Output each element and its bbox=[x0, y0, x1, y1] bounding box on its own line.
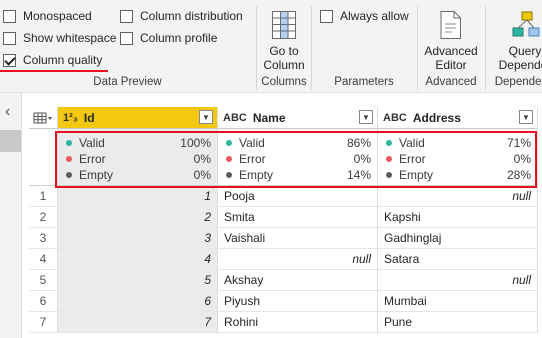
quality-row-gutter bbox=[29, 129, 58, 186]
cell-address[interactable]: Mumbai bbox=[378, 291, 538, 312]
row-number[interactable]: 5 bbox=[29, 270, 58, 291]
cell-id[interactable]: 3 bbox=[58, 228, 218, 249]
column-name: Name bbox=[252, 110, 286, 125]
group-label-advanced: Advanced bbox=[425, 76, 477, 88]
checkbox-label: Always allow bbox=[340, 9, 409, 23]
row-number[interactable]: 3 bbox=[29, 228, 58, 249]
checkbox-label: Show whitespace bbox=[23, 31, 117, 45]
table-row[interactable]: 7 7 Rohini Pune bbox=[29, 312, 542, 333]
column-header-address[interactable]: ABC Address ▼ bbox=[378, 107, 538, 129]
highlight-underline bbox=[0, 70, 108, 72]
checkbox-box[interactable] bbox=[3, 9, 16, 23]
cell-name[interactable]: Piyush bbox=[218, 291, 378, 312]
cell-id[interactable]: 5 bbox=[58, 270, 218, 291]
cell-address[interactable]: Kapshi bbox=[378, 207, 538, 228]
cell-name[interactable]: Rohini bbox=[218, 312, 378, 333]
cell-name[interactable]: Pooja bbox=[218, 186, 378, 207]
query-dependencies-icon bbox=[510, 8, 540, 40]
cell-address[interactable]: Satara bbox=[378, 249, 538, 270]
cell-name[interactable]: Vaishali bbox=[218, 228, 378, 249]
checkbox-box[interactable] bbox=[3, 31, 16, 45]
cell-id[interactable]: 4 bbox=[58, 249, 218, 270]
checkbox-label: Column profile bbox=[140, 31, 218, 45]
chevron-left-icon[interactable]: ‹ bbox=[5, 103, 10, 121]
text-type-icon[interactable]: ABC bbox=[223, 112, 247, 124]
row-number[interactable]: 6 bbox=[29, 291, 58, 312]
group-label-parameters: Parameters bbox=[334, 76, 394, 88]
checkbox-label: Column quality bbox=[23, 53, 103, 67]
group-label-data-preview: Data Preview bbox=[93, 76, 162, 88]
checkbox-box-checked[interactable] bbox=[3, 53, 16, 67]
query-dependencies-button[interactable]: Query Depender bbox=[490, 8, 542, 72]
checkbox-box[interactable] bbox=[120, 31, 133, 45]
table-row[interactable]: 5 5 Akshay null bbox=[29, 270, 542, 291]
cell-name[interactable]: Akshay bbox=[218, 270, 378, 291]
go-to-column-button[interactable]: Go to Column bbox=[259, 8, 309, 72]
column-quality-checkbox[interactable]: Column quality bbox=[3, 51, 102, 69]
selected-query-strip[interactable] bbox=[0, 130, 21, 152]
table-row[interactable]: 2 2 Smita Kapshi bbox=[29, 207, 542, 228]
column-grid-icon bbox=[271, 8, 297, 40]
column-profile-checkbox[interactable]: Column profile bbox=[120, 29, 217, 47]
cell-id[interactable]: 6 bbox=[58, 291, 218, 312]
advanced-editor-button[interactable]: Advanced Editor bbox=[420, 8, 482, 72]
cell-id[interactable]: 7 bbox=[58, 312, 218, 333]
button-label-line2: Depender bbox=[498, 58, 542, 72]
row-number[interactable]: 4 bbox=[29, 249, 58, 270]
cell-address[interactable]: Pune bbox=[378, 312, 538, 333]
cell-address-null[interactable]: null bbox=[378, 270, 538, 291]
cell-address[interactable]: Gadhinglaj bbox=[378, 228, 538, 249]
cell-id[interactable]: 1 bbox=[58, 186, 218, 207]
chevron-down-icon[interactable]: ▼ bbox=[519, 110, 533, 124]
button-label-line2: Column bbox=[263, 58, 305, 72]
row-number[interactable]: 2 bbox=[29, 207, 58, 228]
row-number[interactable]: 7 bbox=[29, 312, 58, 333]
checkbox-label: Column distribution bbox=[140, 9, 243, 23]
cell-name[interactable]: Smita bbox=[218, 207, 378, 228]
button-label-line1: Query bbox=[508, 44, 542, 58]
chevron-down-icon[interactable]: ▼ bbox=[359, 110, 373, 124]
table-row[interactable]: 1 1 Pooja null bbox=[29, 186, 542, 207]
show-whitespace-checkbox[interactable]: Show whitespace bbox=[3, 29, 116, 47]
group-label-columns: Columns bbox=[261, 76, 307, 88]
always-allow-checkbox[interactable]: Always allow bbox=[320, 7, 409, 25]
column-name: Id bbox=[83, 110, 95, 125]
cell-address-null[interactable]: null bbox=[378, 186, 538, 207]
table-row[interactable]: 6 6 Piyush Mumbai bbox=[29, 291, 542, 312]
column-header-id[interactable]: 1²₃ Id ▼ bbox=[58, 107, 218, 129]
ribbon-divider bbox=[485, 6, 486, 90]
chevron-down-icon[interactable]: ▼ bbox=[199, 110, 213, 124]
checkbox-box[interactable] bbox=[120, 9, 133, 23]
text-type-icon[interactable]: ABC bbox=[383, 112, 407, 124]
column-name: Address bbox=[412, 110, 461, 125]
checkbox-label: Monospaced bbox=[23, 9, 92, 23]
button-label-line2: Editor bbox=[435, 58, 467, 72]
ribbon: Monospaced Column distribution Show whit… bbox=[0, 0, 542, 93]
cell-name-null[interactable]: null bbox=[218, 249, 378, 270]
group-label-dependencies: Depender bbox=[494, 76, 542, 88]
column-header-name[interactable]: ABC Name ▼ bbox=[218, 107, 378, 129]
document-icon bbox=[439, 8, 463, 40]
whole-number-type-icon[interactable]: 1²₃ bbox=[63, 112, 78, 124]
table-menu-icon[interactable] bbox=[29, 107, 58, 129]
column-distribution-checkbox[interactable]: Column distribution bbox=[120, 7, 243, 25]
table-row[interactable]: 4 4 null Satara bbox=[29, 249, 542, 270]
queries-pane-collapsed: ‹ bbox=[0, 93, 22, 338]
button-label-line1: Go to bbox=[269, 44, 299, 58]
monospaced-checkbox[interactable]: Monospaced bbox=[3, 7, 92, 25]
checkbox-box[interactable] bbox=[320, 9, 333, 23]
quality-highlight-box bbox=[55, 131, 537, 188]
row-number[interactable]: 1 bbox=[29, 186, 58, 207]
table-row[interactable]: 3 3 Vaishali Gadhinglaj bbox=[29, 228, 542, 249]
button-label-line1: Advanced bbox=[424, 44, 478, 58]
cell-id[interactable]: 2 bbox=[58, 207, 218, 228]
